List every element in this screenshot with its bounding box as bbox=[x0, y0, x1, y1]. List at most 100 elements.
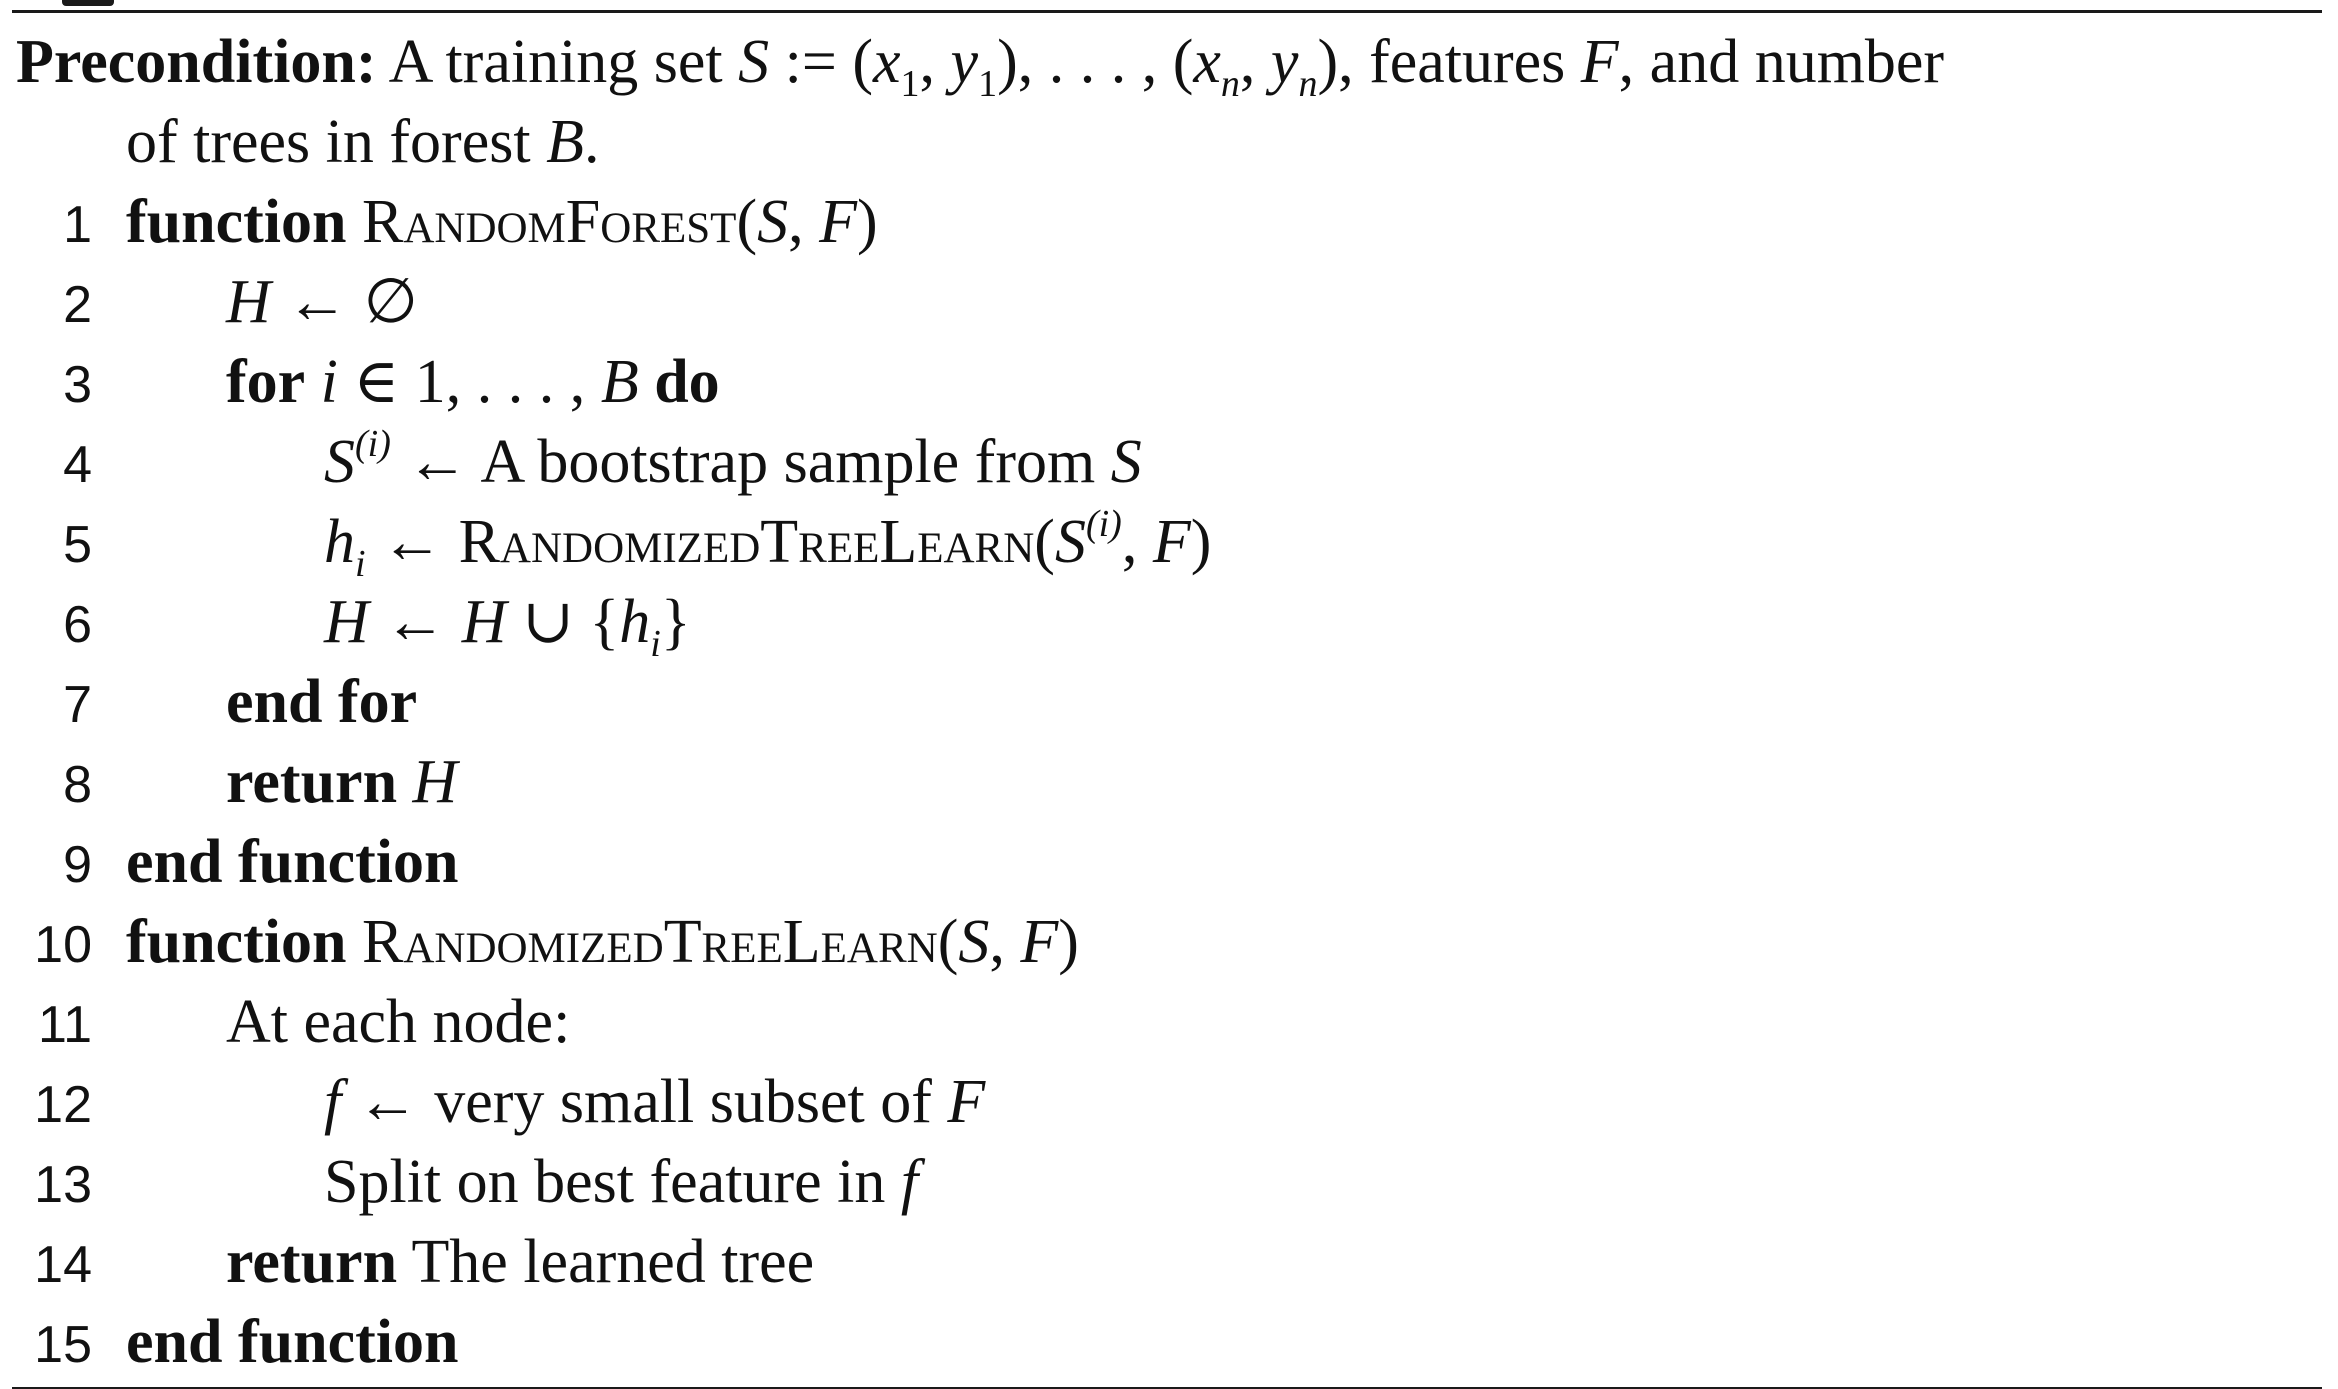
math-symbol: S bbox=[1054, 508, 1086, 576]
math-symbol: x bbox=[873, 28, 901, 96]
line-code: function RandomizedTreeLearn(S, F) bbox=[126, 902, 1079, 982]
line-code: for i ∈ 1, . . . , B do bbox=[226, 342, 720, 422]
algorithm-line: 14 return The learned tree bbox=[0, 1222, 2320, 1302]
line-code: hi ← RandomizedTreeLearn(S(i), F) bbox=[324, 502, 1212, 585]
line-number: 11 bbox=[38, 996, 92, 1054]
line-code: function RandomForest(S, F) bbox=[126, 182, 878, 262]
keyword: return bbox=[226, 1228, 398, 1296]
line-text: A bootstrap sample from bbox=[480, 428, 1096, 496]
precondition: Precondition: A training set S := (x1, y… bbox=[16, 22, 2316, 182]
keyword: return bbox=[226, 748, 398, 816]
math-subscript: i bbox=[355, 543, 366, 585]
math-symbol: H bbox=[324, 588, 369, 656]
precondition-text: of trees in forest bbox=[126, 108, 531, 176]
keyword: function bbox=[126, 908, 347, 976]
algorithm-line: 13 Split on best feature in f bbox=[0, 1142, 2320, 1222]
math-symbol: F bbox=[1580, 28, 1619, 96]
math-operator: ) bbox=[1058, 908, 1079, 976]
math-symbol: i bbox=[320, 348, 338, 416]
line-number: 9 bbox=[63, 836, 92, 894]
math-symbol: S bbox=[738, 28, 770, 96]
algorithm-line: 9 end function bbox=[0, 822, 2320, 902]
math-symbol: y bbox=[950, 28, 979, 96]
math-symbol: S bbox=[958, 908, 990, 976]
function-name: RandomizedTreeLearn bbox=[458, 508, 1035, 576]
math-operator: ( bbox=[1034, 508, 1055, 576]
line-text: Split on best feature in bbox=[324, 1148, 886, 1216]
line-code: H ← H ∪ {hi} bbox=[324, 582, 691, 665]
line-number: 13 bbox=[34, 1156, 92, 1214]
line-number: 4 bbox=[63, 436, 92, 494]
line-text: At each node: bbox=[226, 988, 571, 1056]
line-text: The learned tree bbox=[411, 1228, 815, 1296]
line-code: f ← very small subset of F bbox=[324, 1062, 985, 1142]
math-operator: ← bbox=[365, 508, 459, 576]
math-operator: ( bbox=[736, 188, 758, 256]
algorithm-line: 5 hi ← RandomizedTreeLearn(S(i), F) bbox=[0, 502, 2320, 585]
math-symbol: h bbox=[324, 508, 355, 576]
precondition-line-1: Precondition: A training set S := (x1, y… bbox=[16, 22, 2316, 105]
algorithm-line: 3 for i ∈ 1, . . . , B do bbox=[0, 342, 2320, 422]
algorithm-line: 2 H ← ∅ bbox=[0, 262, 2320, 342]
math-superscript: (i) bbox=[355, 423, 391, 465]
math-subscript: n bbox=[1220, 63, 1240, 105]
line-number: 3 bbox=[63, 356, 92, 414]
math-superscript: (i) bbox=[1085, 503, 1122, 545]
line-code: S(i) ← A bootstrap sample from S bbox=[324, 422, 1142, 502]
math-symbol: S bbox=[757, 188, 789, 256]
line-code: return H bbox=[226, 742, 457, 822]
math-symbol: H bbox=[461, 588, 507, 656]
line-code: H ← ∅ bbox=[226, 262, 418, 342]
math-operator: ← bbox=[270, 268, 364, 336]
math-operator: , bbox=[788, 188, 820, 256]
keyword: do bbox=[654, 348, 720, 416]
math-operator: ← bbox=[390, 428, 481, 496]
line-code: return The learned tree bbox=[226, 1222, 814, 1302]
keyword: end function bbox=[126, 1308, 459, 1376]
function-name: RandomizedTreeLearn bbox=[361, 908, 938, 976]
precondition-line-2: of trees in forest B. bbox=[16, 102, 2316, 182]
line-number: 10 bbox=[34, 916, 92, 974]
math-operator: , bbox=[1121, 508, 1153, 576]
math-operator: ← bbox=[368, 588, 462, 656]
math-operator: ) bbox=[1190, 508, 1212, 576]
math-symbol: h bbox=[619, 588, 651, 656]
function-name: RandomForest bbox=[361, 188, 737, 256]
math-operator: , bbox=[919, 28, 936, 96]
math-operator: , bbox=[1239, 28, 1256, 96]
math-symbol: F bbox=[947, 1068, 986, 1136]
math-operator: ) bbox=[856, 188, 878, 256]
math-symbol: x bbox=[1193, 28, 1221, 96]
math-operator: ( bbox=[937, 908, 959, 976]
line-number: 1 bbox=[63, 196, 92, 254]
algorithm-line: 6 H ← H ∪ {hi} bbox=[0, 582, 2320, 665]
math-symbol: F bbox=[1020, 908, 1059, 976]
math-symbol: F bbox=[819, 188, 857, 256]
algorithm-line: 10 function RandomizedTreeLearn(S, F) bbox=[0, 902, 2320, 982]
algorithm-line: 11 At each node: bbox=[0, 982, 2320, 1062]
top-rule bbox=[12, 10, 2322, 13]
algorithm-line: 1 function RandomForest(S, F) bbox=[0, 182, 2320, 262]
math-operator: ∪ { bbox=[506, 588, 620, 656]
math-symbol: H bbox=[226, 268, 271, 336]
precondition-text: features bbox=[1369, 28, 1566, 96]
math-symbol: ∅ bbox=[363, 268, 418, 336]
math-symbol: y bbox=[1270, 28, 1299, 96]
math-symbol: S bbox=[1110, 428, 1142, 496]
math-operator: ∈ 1, . . . , bbox=[337, 348, 601, 416]
line-number: 2 bbox=[63, 276, 92, 334]
math-operator: ), . . . , ( bbox=[997, 28, 1194, 96]
math-symbol: S bbox=[324, 428, 355, 496]
line-code: Split on best feature in f bbox=[324, 1142, 918, 1222]
algorithm-line: 4 S(i) ← A bootstrap sample from S bbox=[0, 422, 2320, 502]
algorithm-line: 15 end function bbox=[0, 1302, 2320, 1382]
line-number: 8 bbox=[63, 756, 92, 814]
math-subscript: i bbox=[650, 623, 661, 665]
math-symbol: f bbox=[324, 1068, 342, 1136]
math-subscript: 1 bbox=[978, 63, 998, 105]
algorithm-line: 12 f ← very small subset of F bbox=[0, 1062, 2320, 1142]
precondition-text: A training set bbox=[388, 28, 723, 96]
line-number: 5 bbox=[63, 516, 92, 574]
caption-fragment bbox=[62, 0, 114, 6]
math-subscript: n bbox=[1298, 63, 1318, 105]
